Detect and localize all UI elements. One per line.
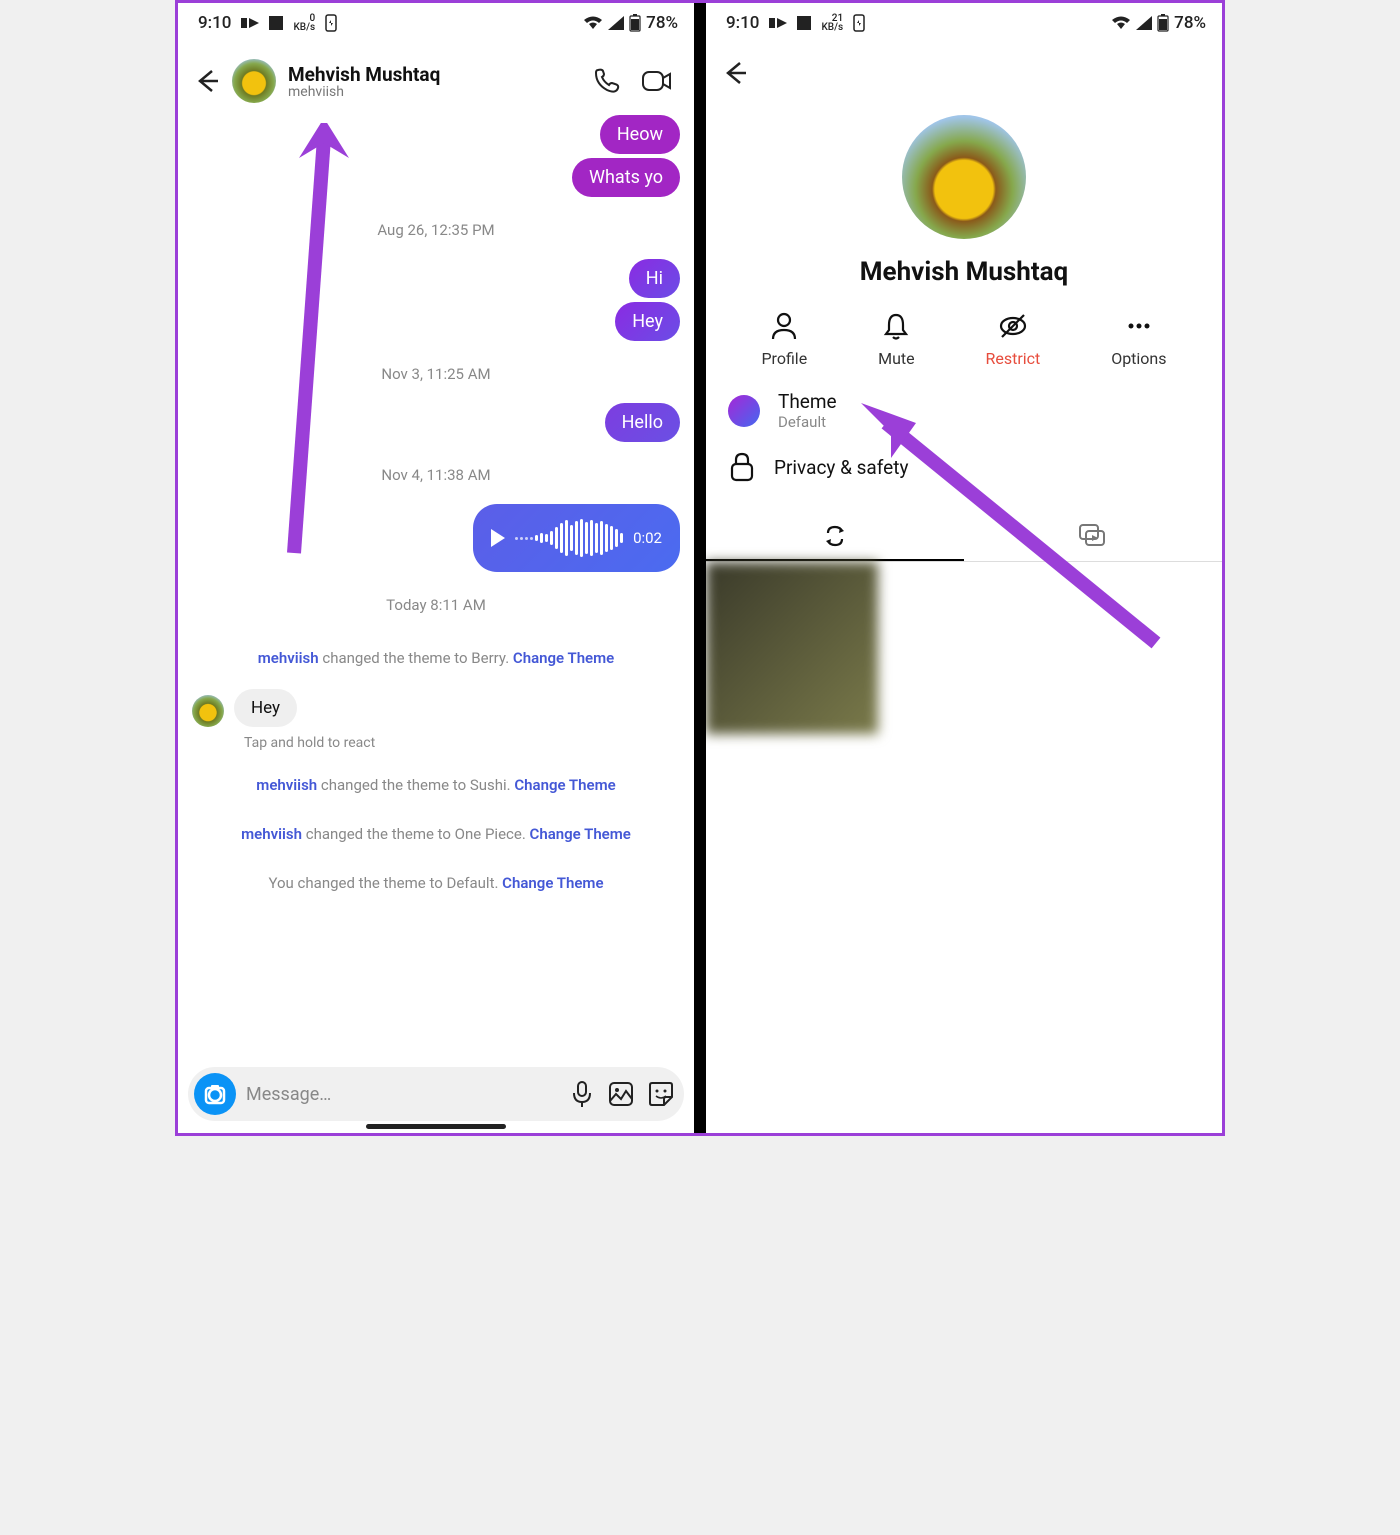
theme-swatch-icon (728, 395, 760, 427)
more-icon (1124, 311, 1154, 341)
sent-message[interactable]: Hey (615, 302, 680, 341)
media-tabs (706, 513, 1222, 562)
change-theme-link[interactable]: Change Theme (530, 825, 631, 843)
battery-percent: 78% (1174, 13, 1206, 33)
profile-icon (769, 311, 799, 341)
status-bar: 9:10 0KB/s 78% (178, 3, 694, 39)
profile-name: Mehvish Mushtaq (860, 257, 1068, 287)
message-input[interactable]: Message… (246, 1084, 560, 1105)
settings-list: Theme Default Privacy & safety (706, 380, 1222, 493)
video-call-icon[interactable] (640, 66, 674, 96)
avatar-small[interactable] (192, 695, 224, 727)
back-arrow-icon[interactable] (720, 59, 748, 87)
options-action[interactable]: Options (1111, 311, 1166, 368)
profile-action[interactable]: Profile (761, 311, 807, 368)
restrict-icon (998, 311, 1028, 341)
profile-avatar[interactable] (902, 115, 1026, 239)
mute-action[interactable]: Mute (878, 311, 915, 368)
action-row: Profile Mute Restrict Options (726, 311, 1202, 368)
timestamp: Today 8:11 AM (192, 596, 680, 614)
change-theme-link[interactable]: Change Theme (513, 649, 614, 667)
incoming-row: Hey (192, 689, 680, 727)
battery-icon (629, 14, 641, 32)
kb-indicator: 21KB/s (821, 14, 843, 32)
system-message: mehviish changed the theme to Berry. Cha… (200, 648, 672, 669)
privacy-setting[interactable]: Privacy & safety (706, 441, 1222, 493)
status-bar: 9:10 21KB/s 78% (706, 3, 1222, 39)
voice-duration: 0:02 (633, 529, 662, 547)
wifi-icon (1111, 16, 1131, 30)
signal-icon (608, 16, 624, 30)
theme-setting[interactable]: Theme Default (706, 380, 1222, 441)
tab-media[interactable] (964, 513, 1222, 561)
back-arrow-icon[interactable] (192, 67, 220, 95)
timestamp: Nov 4, 11:38 AM (192, 466, 680, 484)
change-theme-link[interactable]: Change Theme (514, 776, 615, 794)
battery-percent: 78% (646, 13, 678, 33)
gallery-icon[interactable] (608, 1081, 634, 1107)
home-indicator[interactable] (366, 1124, 506, 1129)
audio-call-icon[interactable] (592, 66, 622, 96)
restrict-action[interactable]: Restrict (986, 311, 1041, 368)
stop-icon (797, 16, 811, 30)
profile-header (706, 39, 1222, 107)
avatar[interactable] (232, 59, 276, 103)
timestamp: Aug 26, 12:35 PM (192, 221, 680, 239)
media-icon (1078, 523, 1108, 549)
stop-icon (269, 16, 283, 30)
waveform[interactable] (515, 518, 623, 558)
theme-label: Theme (778, 390, 837, 413)
sent-message[interactable]: Whats yo (572, 158, 680, 197)
tab-shared[interactable] (706, 513, 964, 561)
sent-message[interactable]: Hello (605, 403, 680, 442)
play-icon[interactable] (491, 529, 505, 547)
bell-icon (881, 311, 911, 341)
system-message: You changed the theme to Default. Change… (200, 873, 672, 894)
kb-indicator: 0KB/s (293, 14, 315, 32)
change-theme-link[interactable]: Change Theme (502, 874, 603, 892)
theme-value: Default (778, 413, 837, 431)
status-time: 9:10 (198, 13, 231, 33)
signal-icon (1136, 16, 1152, 30)
message-composer: Message… (188, 1067, 684, 1121)
sync-icon (822, 523, 848, 549)
contact-name-block[interactable]: Mehvish Mushtaq mehviish (288, 63, 580, 100)
messages-list[interactable]: Heow Whats yo Aug 26, 12:35 PM Hi Hey No… (178, 113, 694, 914)
media-grid[interactable] (706, 562, 1222, 734)
device-icon (853, 14, 865, 32)
voice-message[interactable]: 0:02 (473, 504, 680, 572)
privacy-label: Privacy & safety (774, 456, 908, 479)
timestamp: Nov 3, 11:25 AM (192, 365, 680, 383)
profile-center: Mehvish Mushtaq (706, 115, 1222, 287)
status-icon (769, 16, 787, 30)
contact-name: Mehvish Mushtaq (288, 63, 580, 86)
media-thumbnail[interactable] (706, 562, 878, 734)
system-message: mehviish changed the theme to One Piece.… (200, 824, 672, 845)
device-icon (325, 14, 337, 32)
phone-right-profile: 9:10 21KB/s 78% Mehvish Mushtaq Profile … (700, 3, 1222, 1133)
sticker-icon[interactable] (648, 1081, 674, 1107)
phone-left-chat: 9:10 0KB/s 78% Mehvish Mushtaq mehviish … (178, 3, 700, 1133)
status-icon (241, 16, 259, 30)
battery-icon (1157, 14, 1169, 32)
wifi-icon (583, 16, 603, 30)
chat-header: Mehvish Mushtaq mehviish (178, 39, 694, 113)
system-message: mehviish changed the theme to Sushi. Cha… (200, 775, 672, 796)
mic-icon[interactable] (570, 1080, 594, 1108)
camera-button[interactable] (194, 1073, 236, 1115)
react-hint: Tap and hold to react (244, 735, 680, 751)
contact-handle: mehviish (288, 84, 580, 100)
received-message[interactable]: Hey (234, 689, 297, 727)
sent-message[interactable]: Heow (600, 115, 680, 154)
sent-message[interactable]: Hi (629, 259, 680, 298)
lock-icon (728, 451, 756, 483)
status-time: 9:10 (726, 13, 759, 33)
